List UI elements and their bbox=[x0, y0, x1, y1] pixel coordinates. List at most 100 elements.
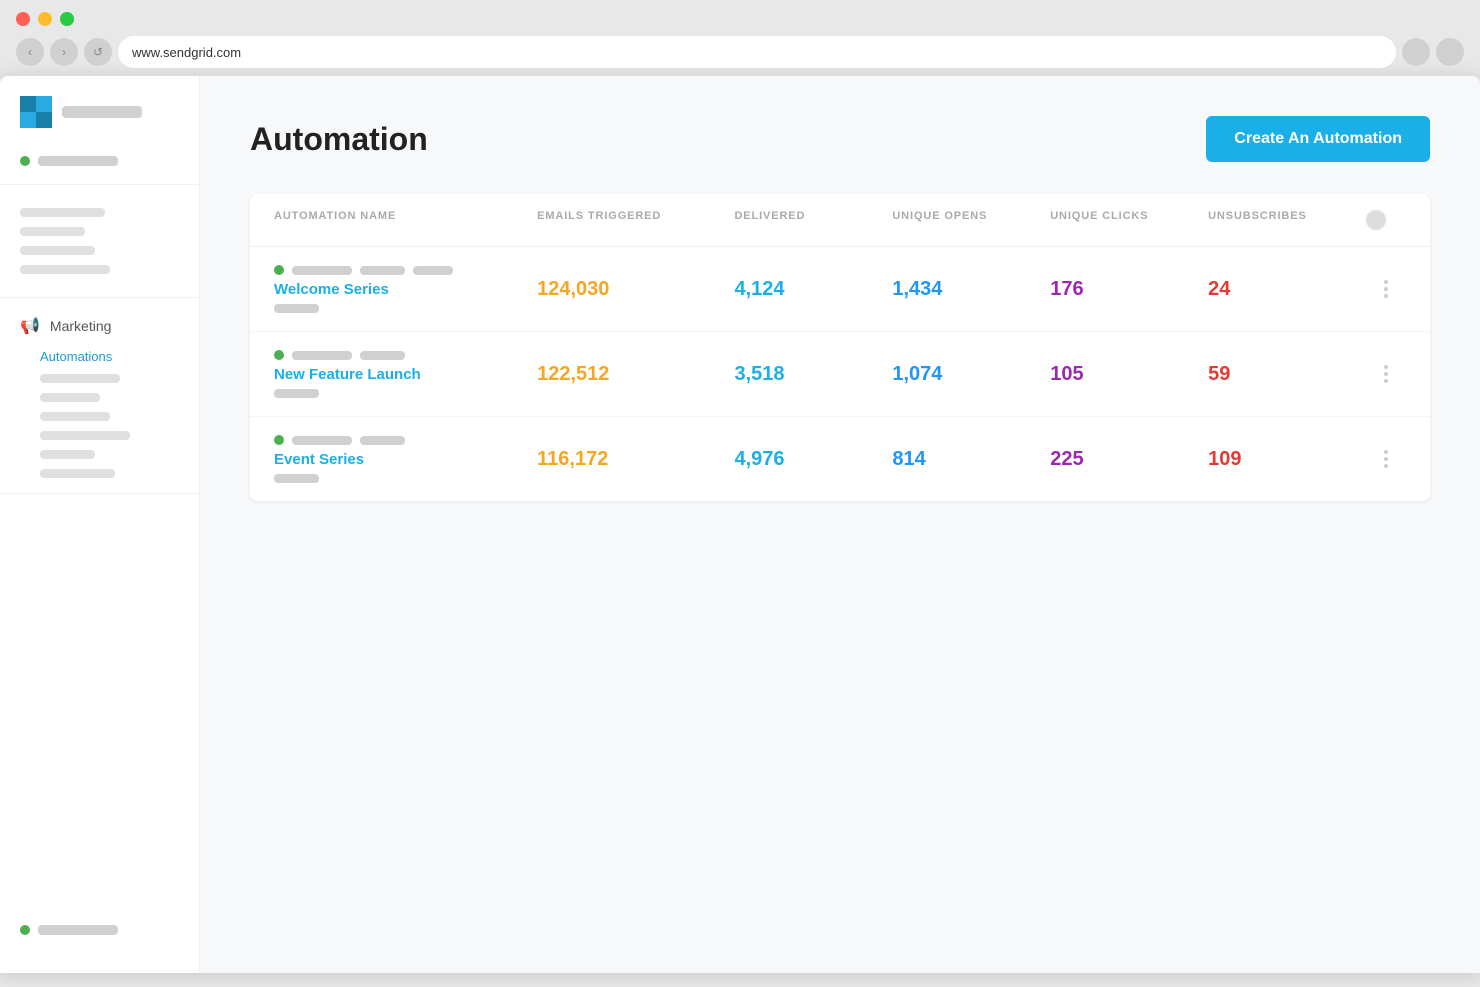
sidebar-divider-1 bbox=[0, 184, 199, 185]
sidebar: 📢 Marketing Automations bbox=[0, 76, 200, 973]
sidebar-bottom-status bbox=[0, 917, 200, 943]
menu-dot-6 bbox=[1384, 379, 1388, 383]
browser-extra-btn-2[interactable] bbox=[1436, 38, 1464, 66]
stat-delivered-2: 3,518 bbox=[734, 363, 892, 386]
automation-sub-1 bbox=[274, 304, 319, 313]
page-title: Automation bbox=[250, 121, 428, 158]
automation-name-cell-2: New Feature Launch bbox=[274, 350, 537, 398]
address-bar[interactable]: www.sendgrid.com bbox=[118, 36, 1396, 68]
sidebar-automations-label: Automations bbox=[40, 349, 112, 364]
stat-opens-2: 1,074 bbox=[892, 363, 1050, 386]
browser-extras bbox=[1402, 38, 1464, 66]
bottom-status-dot-icon bbox=[20, 925, 30, 935]
menu-dot-1 bbox=[1384, 280, 1388, 284]
url-text: www.sendgrid.com bbox=[132, 45, 241, 60]
page-header: Automation Create An Automation bbox=[250, 116, 1430, 162]
sidebar-sub-placeholder-3[interactable] bbox=[20, 407, 199, 426]
sidebar-sub-placeholder-2[interactable] bbox=[20, 388, 199, 407]
sidebar-nav-placeholder-3[interactable] bbox=[0, 241, 199, 260]
sidebar-divider-3 bbox=[0, 493, 199, 494]
sidebar-nav-placeholder-4[interactable] bbox=[0, 260, 199, 279]
automation-name-cell-3: Event Series bbox=[274, 435, 537, 483]
meta-placeholder-3b bbox=[360, 436, 405, 445]
logo-text bbox=[62, 106, 142, 118]
sidebar-logo bbox=[0, 96, 199, 148]
megaphone-icon: 📢 bbox=[20, 316, 40, 336]
meta-placeholder-1a bbox=[292, 266, 352, 275]
active-dot-icon-2 bbox=[274, 350, 284, 360]
table-header: AUTOMATION NAME EMAILS TRIGGERED DELIVER… bbox=[250, 194, 1430, 247]
row-menu-2[interactable] bbox=[1366, 361, 1406, 387]
stat-emails-2: 122,512 bbox=[537, 363, 734, 386]
status-text bbox=[38, 156, 118, 166]
close-button[interactable] bbox=[16, 12, 30, 26]
sidebar-item-marketing[interactable]: 📢 Marketing bbox=[0, 308, 199, 344]
sidebar-sub-placeholder-5[interactable] bbox=[20, 445, 199, 464]
automation-link-1[interactable]: Welcome Series bbox=[274, 281, 537, 298]
table-row: New Feature Launch 122,512 3,518 1,074 1… bbox=[250, 332, 1430, 417]
header-filter-col bbox=[1366, 210, 1406, 230]
browser-nav: ‹ › ↺ www.sendgrid.com bbox=[16, 36, 1464, 68]
titlebar bbox=[16, 12, 1464, 26]
menu-dot-3 bbox=[1384, 294, 1388, 298]
header-emails-triggered: EMAILS TRIGGERED bbox=[537, 210, 734, 230]
automation-link-3[interactable]: Event Series bbox=[274, 451, 537, 468]
sidebar-nav-placeholder-1[interactable] bbox=[0, 203, 199, 222]
meta-placeholder-2b bbox=[360, 351, 405, 360]
forward-button[interactable]: › bbox=[50, 38, 78, 66]
stat-delivered-1: 4,124 bbox=[734, 278, 892, 301]
sidebar-sub-placeholder-6[interactable] bbox=[20, 464, 199, 483]
filter-icon[interactable] bbox=[1366, 210, 1386, 230]
automation-meta-2 bbox=[274, 350, 537, 360]
automation-link-2[interactable]: New Feature Launch bbox=[274, 366, 537, 383]
menu-dot-5 bbox=[1384, 372, 1388, 376]
stat-delivered-3: 4,976 bbox=[734, 448, 892, 471]
sidebar-nav-placeholder-2[interactable] bbox=[0, 222, 199, 241]
bottom-status-text bbox=[38, 925, 118, 935]
header-unsubscribes: UNSUBSCRIBES bbox=[1208, 210, 1366, 230]
active-dot-icon-1 bbox=[274, 265, 284, 275]
refresh-button[interactable]: ↺ bbox=[84, 38, 112, 66]
stat-clicks-3: 225 bbox=[1050, 448, 1208, 471]
header-unique-clicks: UNIQUE CLICKS bbox=[1050, 210, 1208, 230]
automation-name-cell-1: Welcome Series bbox=[274, 265, 537, 313]
table-row: Event Series 116,172 4,976 814 225 109 bbox=[250, 417, 1430, 501]
sidebar-item-marketing-label: Marketing bbox=[50, 318, 111, 334]
automation-sub-3 bbox=[274, 474, 319, 483]
stat-emails-3: 116,172 bbox=[537, 448, 734, 471]
stat-unsubs-1: 24 bbox=[1208, 278, 1366, 301]
sidebar-item-automations[interactable]: Automations bbox=[20, 344, 199, 369]
main-content: Automation Create An Automation AUTOMATI… bbox=[200, 76, 1480, 973]
meta-placeholder-1c bbox=[413, 266, 453, 275]
menu-dot-2 bbox=[1384, 287, 1388, 291]
maximize-button[interactable] bbox=[60, 12, 74, 26]
table-row: Welcome Series 124,030 4,124 1,434 176 2… bbox=[250, 247, 1430, 332]
row-menu-3[interactable] bbox=[1366, 446, 1406, 472]
sidebar-divider-2 bbox=[0, 297, 199, 298]
header-unique-opens: UNIQUE OPENS bbox=[892, 210, 1050, 230]
header-delivered: DELIVERED bbox=[734, 210, 892, 230]
sidebar-status bbox=[0, 148, 199, 174]
menu-dot-9 bbox=[1384, 464, 1388, 468]
header-automation-name: AUTOMATION NAME bbox=[274, 210, 537, 230]
back-button[interactable]: ‹ bbox=[16, 38, 44, 66]
meta-placeholder-1b bbox=[360, 266, 405, 275]
browser-extra-btn-1[interactable] bbox=[1402, 38, 1430, 66]
menu-dot-8 bbox=[1384, 457, 1388, 461]
stat-emails-1: 124,030 bbox=[537, 278, 734, 301]
active-dot-icon-3 bbox=[274, 435, 284, 445]
sendgrid-logo-icon bbox=[20, 96, 52, 128]
stat-opens-3: 814 bbox=[892, 448, 1050, 471]
menu-dot-7 bbox=[1384, 450, 1388, 454]
menu-dot-4 bbox=[1384, 365, 1388, 369]
automation-meta-1 bbox=[274, 265, 537, 275]
automation-table: AUTOMATION NAME EMAILS TRIGGERED DELIVER… bbox=[250, 194, 1430, 501]
app-window: 📢 Marketing Automations bbox=[0, 76, 1480, 973]
create-automation-button[interactable]: Create An Automation bbox=[1206, 116, 1430, 162]
sidebar-sub-placeholder-4[interactable] bbox=[20, 426, 199, 445]
minimize-button[interactable] bbox=[38, 12, 52, 26]
automation-sub-2 bbox=[274, 389, 319, 398]
stat-opens-1: 1,434 bbox=[892, 278, 1050, 301]
row-menu-1[interactable] bbox=[1366, 276, 1406, 302]
sidebar-sub-placeholder-1[interactable] bbox=[20, 369, 199, 388]
